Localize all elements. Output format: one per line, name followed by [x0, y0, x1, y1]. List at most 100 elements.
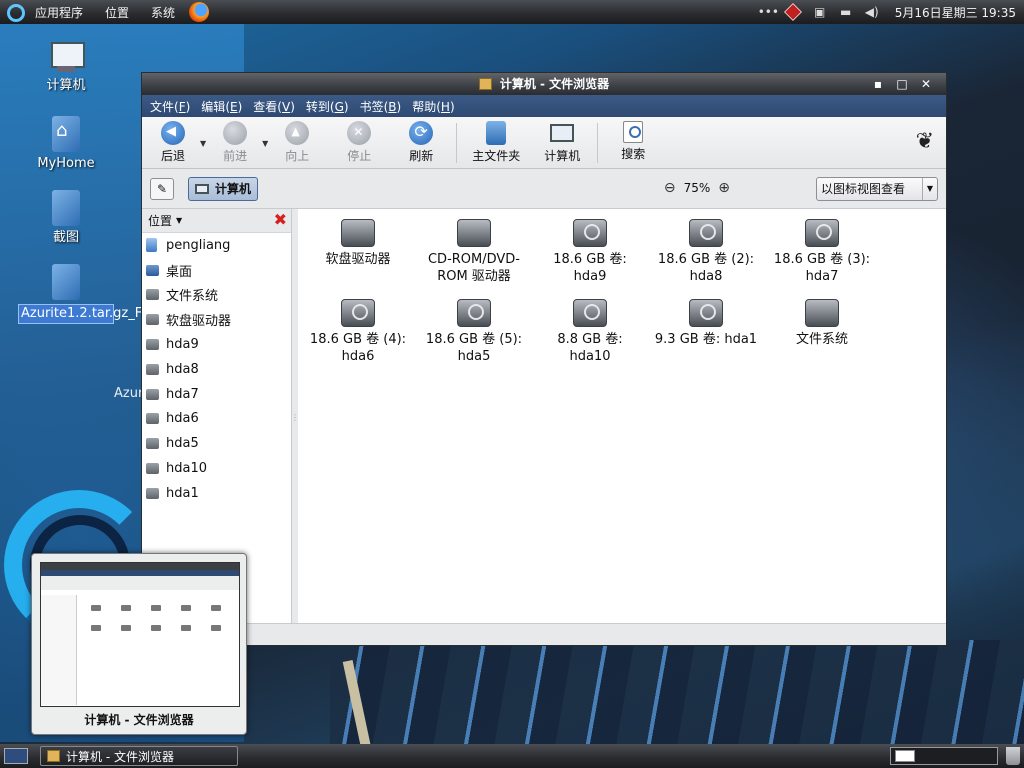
back-arrow-icon [161, 121, 185, 145]
sidebar-item-hda8[interactable]: hda8 [142, 357, 291, 382]
preview-title: 计算机 - 文件浏览器 [84, 713, 194, 727]
zoom-out-button[interactable]: ⊖ [664, 180, 676, 196]
drive-icon [146, 438, 159, 450]
menu-file[interactable]: 文件(F) [150, 98, 190, 115]
cdrom-drive-icon [457, 219, 491, 247]
distro-logo-icon[interactable] [5, 2, 27, 22]
sidebar-item-floppy[interactable]: 软盘驱动器 [142, 307, 291, 332]
home-folder-button[interactable]: 主文件夹 [467, 121, 525, 164]
file-item[interactable]: 文件系统 [764, 299, 880, 348]
sidebar-header[interactable]: 位置 ▼ ✖ [142, 209, 291, 233]
sidebar-item-pengliang[interactable]: pengliang [142, 233, 291, 258]
gnome-foot-icon: ❦ [915, 129, 934, 154]
forward-arrow-icon [223, 121, 248, 145]
file-item[interactable]: 18.6 GB 卷 (4): hda6 [300, 299, 416, 365]
ruby-gem-icon[interactable] [783, 3, 802, 21]
maximize-button[interactable]: □ [890, 73, 914, 95]
search-button[interactable]: 搜索 [608, 121, 658, 162]
minimize-button[interactable]: ▪ [866, 73, 890, 95]
breadcrumb-computer-button[interactable]: 计算机 [188, 176, 259, 201]
drive-icon [146, 463, 159, 475]
hard-disk-icon [805, 219, 839, 247]
taskbar-window-button[interactable]: 计算机 - 文件浏览器 [40, 746, 238, 766]
zoom-level[interactable]: 75% [684, 181, 711, 195]
keyboard-icon[interactable]: ▬ [838, 5, 854, 19]
sidebar-item-desktop[interactable]: 桌面 [142, 258, 291, 283]
computer-button[interactable]: 计算机 [537, 121, 587, 164]
drive-icon [146, 289, 159, 301]
stop-button[interactable]: 停止 [334, 121, 384, 164]
menu-bookmarks[interactable]: 书签(B) [360, 98, 402, 115]
file-item[interactable]: 9.3 GB 卷: hda1 [648, 299, 764, 348]
menu-edit[interactable]: 编辑(E) [201, 98, 242, 115]
desktop-icon [146, 264, 159, 276]
view-mode-select[interactable]: 以图标视图查看 [816, 177, 938, 201]
close-sidebar-icon[interactable]: ✖ [274, 210, 287, 229]
file-item[interactable]: 18.6 GB 卷 (2): hda8 [648, 219, 764, 285]
forward-history-dropdown[interactable]: ▼ [262, 139, 268, 148]
menu-bar: 文件(F) 编辑(E) 查看(V) 转到(G) 书签(B) 帮助(H) [142, 95, 946, 117]
close-button[interactable]: ✕ [914, 73, 938, 95]
toolbar: 后退 ▼ 前进 ▼ 向上 停止 刷新 主文件夹 计算机 [142, 117, 946, 169]
refresh-button[interactable]: 刷新 [396, 121, 446, 164]
workspace-switcher[interactable] [890, 747, 998, 765]
file-item[interactable]: 18.6 GB 卷: hda9 [532, 219, 648, 285]
network-icon[interactable]: ▣ [812, 5, 828, 19]
window-preview-popup[interactable]: 计算机 - 文件浏览器 [31, 553, 247, 735]
bottom-panel: 计算机 - 文件浏览器 [0, 744, 1024, 768]
file-item[interactable]: 8.8 GB 卷: hda10 [532, 299, 648, 365]
sidebar-item-hda5[interactable]: hda5 [142, 431, 291, 456]
folder-icon [52, 190, 80, 226]
menu-system[interactable]: 系统 [151, 4, 175, 21]
show-desktop-button[interactable] [4, 748, 28, 764]
firefox-launcher-icon[interactable] [189, 2, 210, 22]
sidebar-item-hda1[interactable]: hda1 [142, 481, 291, 506]
file-item[interactable]: 18.6 GB 卷 (5): hda5 [416, 299, 532, 365]
desktop-icon-azurite-files[interactable]: Azurite1.2.tar.gz_FILES [18, 264, 170, 324]
menu-go[interactable]: 转到(G) [306, 98, 349, 115]
desktop-icon-label: MyHome [37, 156, 95, 171]
volume-icon[interactable]: ◀) [864, 5, 880, 19]
drive-icon [146, 339, 159, 351]
drive-icon [146, 314, 159, 326]
zoom-in-button[interactable]: ⊕ [718, 180, 730, 196]
menu-applications[interactable]: 应用程序 [35, 4, 83, 21]
sidebar-item-hda10[interactable]: hda10 [142, 456, 291, 481]
trash-icon[interactable] [1006, 747, 1020, 765]
up-button[interactable]: 向上 [272, 121, 322, 164]
menu-view[interactable]: 查看(V) [253, 98, 295, 115]
dots-icon[interactable]: ••• [758, 5, 779, 19]
hard-disk-icon [689, 219, 723, 247]
location-bar: ✎ 计算机 ⊖ 75% ⊕ 以图标视图查看 [142, 169, 946, 209]
back-button[interactable]: 后退 [148, 121, 198, 164]
desktop-icon-myhome[interactable]: MyHome [18, 116, 114, 172]
window-title-bar[interactable]: 计算机 - 文件浏览器 ▪ □ ✕ [142, 73, 946, 95]
sidebar-item-filesystem[interactable]: 文件系统 [142, 283, 291, 308]
desktop-icon-screenshots[interactable]: 截图 [18, 190, 114, 246]
file-item[interactable]: 18.6 GB 卷 (3): hda7 [764, 219, 880, 285]
drive-icon [146, 363, 159, 375]
workspace-1[interactable] [895, 750, 915, 762]
forward-button[interactable]: 前进 [210, 121, 260, 164]
file-item[interactable]: 软盘驱动器 [300, 219, 416, 268]
drive-icon [146, 413, 159, 425]
sidebar-item-hda6[interactable]: hda6 [142, 407, 291, 432]
desktop-icon-computer[interactable]: 计算机 [18, 40, 114, 94]
desktop-icon-label: Azurite1.2.tar.gz_FILES [18, 304, 170, 324]
sidebar-item-hda9[interactable]: hda9 [142, 332, 291, 357]
menu-places[interactable]: 位置 [105, 4, 129, 21]
back-history-dropdown[interactable]: ▼ [200, 139, 206, 148]
sidebar-item-hda7[interactable]: hda7 [142, 382, 291, 407]
chevron-down-icon: ▼ [176, 216, 183, 225]
hard-disk-icon [689, 299, 723, 327]
menu-help[interactable]: 帮助(H) [412, 98, 454, 115]
clock[interactable]: 5月16日星期三 19:35 [895, 4, 1016, 21]
location-entry-toggle-button[interactable]: ✎ [150, 177, 174, 200]
computer-icon [550, 124, 575, 142]
file-item[interactable]: CD-ROM/DVD- ROM 驱动器 [416, 219, 532, 285]
filesystem-drive-icon [805, 299, 839, 327]
top-panel: 应用程序 位置 系统 ••• ▣ ▬ ◀) 5月16日星期三 19:35 [0, 0, 1024, 24]
hard-disk-icon [457, 299, 491, 327]
file-cabinet-icon [47, 750, 60, 762]
system-tray: ••• ▣ ▬ ◀) 5月16日星期三 19:35 [753, 0, 1024, 24]
